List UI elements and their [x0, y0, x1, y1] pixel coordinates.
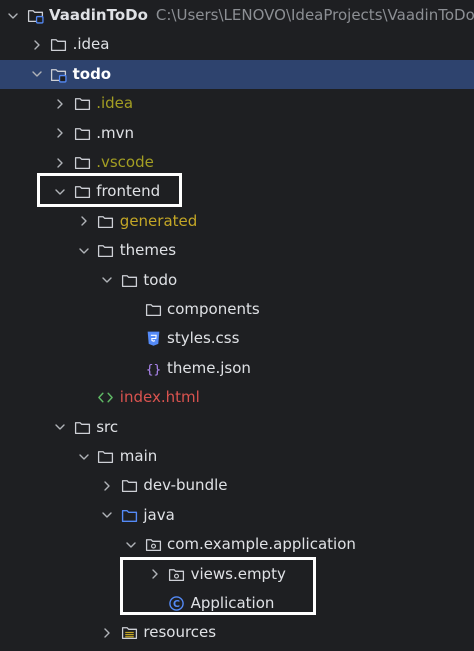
folder-icon	[73, 183, 91, 201]
tree-row-label: frontend	[96, 182, 161, 201]
chevron-down-icon[interactable]	[51, 418, 69, 436]
project-tree: VaadinToDo C:\Users\LENOVO\IdeaProjects\V…	[0, 0, 474, 651]
tree-row-label: main	[119, 447, 158, 465]
tree-row-dev-bundle[interactable]: dev-bundle	[0, 471, 474, 500]
tree-row-mvn[interactable]: .mvn	[0, 119, 474, 148]
module-folder-icon	[50, 65, 68, 83]
folder-icon	[97, 242, 115, 260]
json-file-icon: {}	[144, 359, 162, 377]
tree-row-todo[interactable]: todo	[0, 266, 474, 295]
chevron-down-icon[interactable]	[75, 448, 93, 466]
folder-icon	[120, 477, 138, 495]
chevron-down-icon[interactable]	[98, 506, 116, 524]
tree-row-frontend[interactable]: frontend	[0, 177, 474, 206]
tree-row-src[interactable]: src	[0, 413, 474, 442]
folder-icon	[73, 95, 91, 113]
folder-icon	[73, 418, 91, 436]
tree-row-label: .idea	[72, 35, 110, 54]
html-file-icon	[97, 389, 115, 407]
chevron-right-icon[interactable]	[98, 624, 116, 642]
tree-row-java[interactable]: java	[0, 501, 474, 530]
tree-row-com-example-application[interactable]: com.example.application	[0, 530, 474, 559]
folder-icon	[97, 448, 115, 466]
tree-row-styles-css[interactable]: styles.css	[0, 324, 474, 353]
tree-row-label: styles.css	[167, 329, 240, 348]
tree-row-label: com.example.application	[167, 535, 356, 554]
tree-row-label: .mvn	[96, 123, 134, 142]
tree-row-label: VaadinToDo	[49, 6, 148, 24]
tree-row-idea[interactable]: .idea	[0, 89, 474, 118]
tree-row-components[interactable]: components	[0, 295, 474, 324]
chevron-right-icon[interactable]	[51, 95, 69, 113]
package-icon	[144, 536, 162, 554]
chevron-down-icon[interactable]	[98, 271, 116, 289]
tree-row-vscode[interactable]: .vscode	[0, 148, 474, 177]
folder-icon	[120, 271, 138, 289]
source-folder-icon	[120, 506, 138, 524]
tree-row-generated[interactable]: generated	[0, 207, 474, 236]
tree-row-label: themes	[119, 241, 177, 260]
tree-row-label: views.empty	[190, 564, 286, 583]
tree-row-label: resources	[143, 623, 217, 642]
tree-row-vaadintodo[interactable]: VaadinToDo C:\Users\LENOVO\IdeaProjects\V…	[0, 1, 474, 30]
tree-row-label: todo	[143, 270, 178, 289]
java-class-icon: C	[168, 595, 186, 613]
tree-row-label: components	[167, 300, 260, 318]
chevron-right-icon[interactable]	[75, 212, 93, 230]
svg-text:C: C	[173, 599, 180, 610]
css-file-icon	[144, 330, 162, 348]
tree-row-theme-json[interactable]: {} theme.json	[0, 354, 474, 383]
folder-icon	[144, 301, 162, 319]
chevron-right-icon[interactable]	[146, 565, 164, 583]
tree-row-label: todo	[72, 64, 112, 83]
chevron-right-icon[interactable]	[51, 124, 69, 142]
chevron-down-icon[interactable]	[75, 242, 93, 260]
chevron-down-icon[interactable]	[51, 183, 69, 201]
tree-row-main[interactable]: main	[0, 442, 474, 471]
tree-row-label: dev-bundle	[143, 476, 228, 495]
module-folder-icon	[26, 7, 44, 25]
tree-row-label: Application	[190, 594, 275, 612]
tree-row-label: src	[96, 417, 119, 436]
tree-row-label: java	[143, 505, 175, 524]
tree-row-todo[interactable]: todo	[0, 59, 474, 89]
folder-icon	[73, 124, 91, 142]
resources-folder-icon	[120, 624, 138, 642]
project-path: C:\Users\LENOVO\IdeaProjects\VaadinToDo	[155, 6, 474, 24]
tree-row-views-empty[interactable]: views.empty	[0, 560, 474, 589]
tree-row-label: generated	[119, 211, 198, 230]
chevron-down-icon[interactable]	[122, 536, 140, 554]
tree-row-index-html[interactable]: index.html	[0, 383, 474, 412]
tree-row-label: .vscode	[96, 153, 154, 171]
chevron-right-icon[interactable]	[28, 36, 46, 54]
tree-row-idea[interactable]: .idea	[0, 30, 474, 59]
folder-icon	[50, 36, 68, 54]
tree-row-label: .idea	[96, 94, 134, 113]
tree-row-label: index.html	[119, 388, 200, 407]
folder-icon	[73, 154, 91, 172]
tree-row-application[interactable]: C Application	[0, 589, 474, 618]
chevron-right-icon[interactable]	[51, 154, 69, 172]
tree-row-label: theme.json	[167, 358, 251, 377]
package-icon	[168, 565, 186, 583]
folder-icon	[97, 212, 115, 230]
chevron-right-icon[interactable]	[98, 477, 116, 495]
tree-row-themes[interactable]: themes	[0, 236, 474, 265]
tree-row-resources[interactable]: resources	[0, 618, 474, 647]
svg-text:{}: {}	[145, 362, 160, 377]
chevron-down-icon[interactable]	[4, 7, 22, 25]
chevron-down-icon[interactable]	[28, 65, 46, 83]
